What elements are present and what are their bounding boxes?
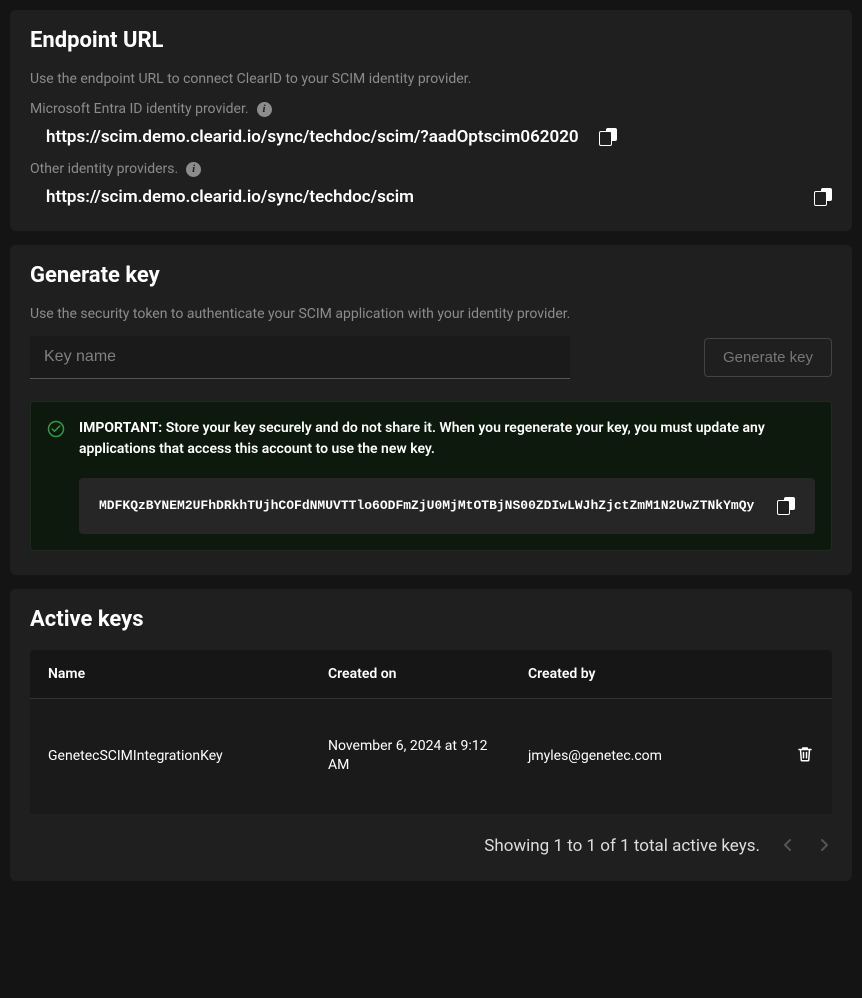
col-actions xyxy=(774,666,814,682)
generate-desc: Use the security token to authenticate y… xyxy=(30,306,832,322)
ms-url-value: https://scim.demo.clearid.io/sync/techdo… xyxy=(46,127,579,147)
key-input-row: Generate key xyxy=(30,336,832,379)
generate-key-button[interactable]: Generate key xyxy=(704,338,832,377)
key-alert: IMPORTANT: Store your key securely and d… xyxy=(30,401,832,551)
ms-provider-label: Microsoft Entra ID identity provider. i xyxy=(30,101,832,117)
row-by: jmyles@genetec.com xyxy=(528,748,774,764)
copy-icon[interactable] xyxy=(814,188,832,206)
token-box: MDFKQzBYNEM2UFhDRkhTUjhCOFdNMUVTTlo6ODFm… xyxy=(79,478,815,534)
other-provider-text: Other identity providers. xyxy=(30,161,178,177)
other-url-row: https://scim.demo.clearid.io/sync/techdo… xyxy=(46,187,832,207)
row-name: GenetecSCIMIntegrationKey xyxy=(48,748,328,764)
other-url-value: https://scim.demo.clearid.io/sync/techdo… xyxy=(46,187,414,207)
key-name-input[interactable] xyxy=(30,336,570,379)
other-provider-label: Other identity providers. i xyxy=(30,161,832,177)
table-header: Name Created on Created by xyxy=(30,650,832,699)
alert-prefix: IMPORTANT: xyxy=(79,420,162,436)
generate-key-panel: Generate key Use the security token to a… xyxy=(10,245,852,575)
alert-body: IMPORTANT: Store your key securely and d… xyxy=(79,418,815,534)
col-created: Created on xyxy=(328,666,528,682)
active-keys-table: Name Created on Created by GenetecSCIMIn… xyxy=(30,650,832,814)
endpoint-title: Endpoint URL xyxy=(30,28,832,53)
ms-provider-text: Microsoft Entra ID identity provider. xyxy=(30,101,249,117)
alert-message: IMPORTANT: Store your key securely and d… xyxy=(79,418,815,460)
endpoint-desc: Use the endpoint URL to connect ClearID … xyxy=(30,71,832,87)
alert-text: Store your key securely and do not share… xyxy=(79,420,765,457)
copy-icon[interactable] xyxy=(777,497,795,515)
info-icon[interactable]: i xyxy=(257,102,272,117)
pagination-summary: Showing 1 to 1 of 1 total active keys. xyxy=(484,836,760,856)
token-value: MDFKQzBYNEM2UFhDRkhTUjhCOFdNMUVTTlo6ODFm… xyxy=(99,496,754,516)
prev-page-button[interactable] xyxy=(780,836,796,857)
active-title: Active keys xyxy=(30,607,832,632)
row-actions xyxy=(774,744,814,768)
info-icon[interactable]: i xyxy=(186,162,201,177)
pagination: Showing 1 to 1 of 1 total active keys. xyxy=(30,814,832,857)
col-name: Name xyxy=(48,666,328,682)
ms-url-row: https://scim.demo.clearid.io/sync/techdo… xyxy=(46,127,832,147)
col-by: Created by xyxy=(528,666,774,682)
copy-icon[interactable] xyxy=(599,128,617,146)
endpoint-url-panel: Endpoint URL Use the endpoint URL to con… xyxy=(10,10,852,231)
row-created: November 6, 2024 at 9:12 AM xyxy=(328,737,528,776)
trash-icon[interactable] xyxy=(796,744,814,764)
active-keys-panel: Active keys Name Created on Created by G… xyxy=(10,589,852,881)
next-page-button[interactable] xyxy=(816,836,832,857)
check-circle-icon xyxy=(47,420,65,438)
table-row: GenetecSCIMIntegrationKey November 6, 20… xyxy=(30,699,832,814)
generate-title: Generate key xyxy=(30,263,832,288)
